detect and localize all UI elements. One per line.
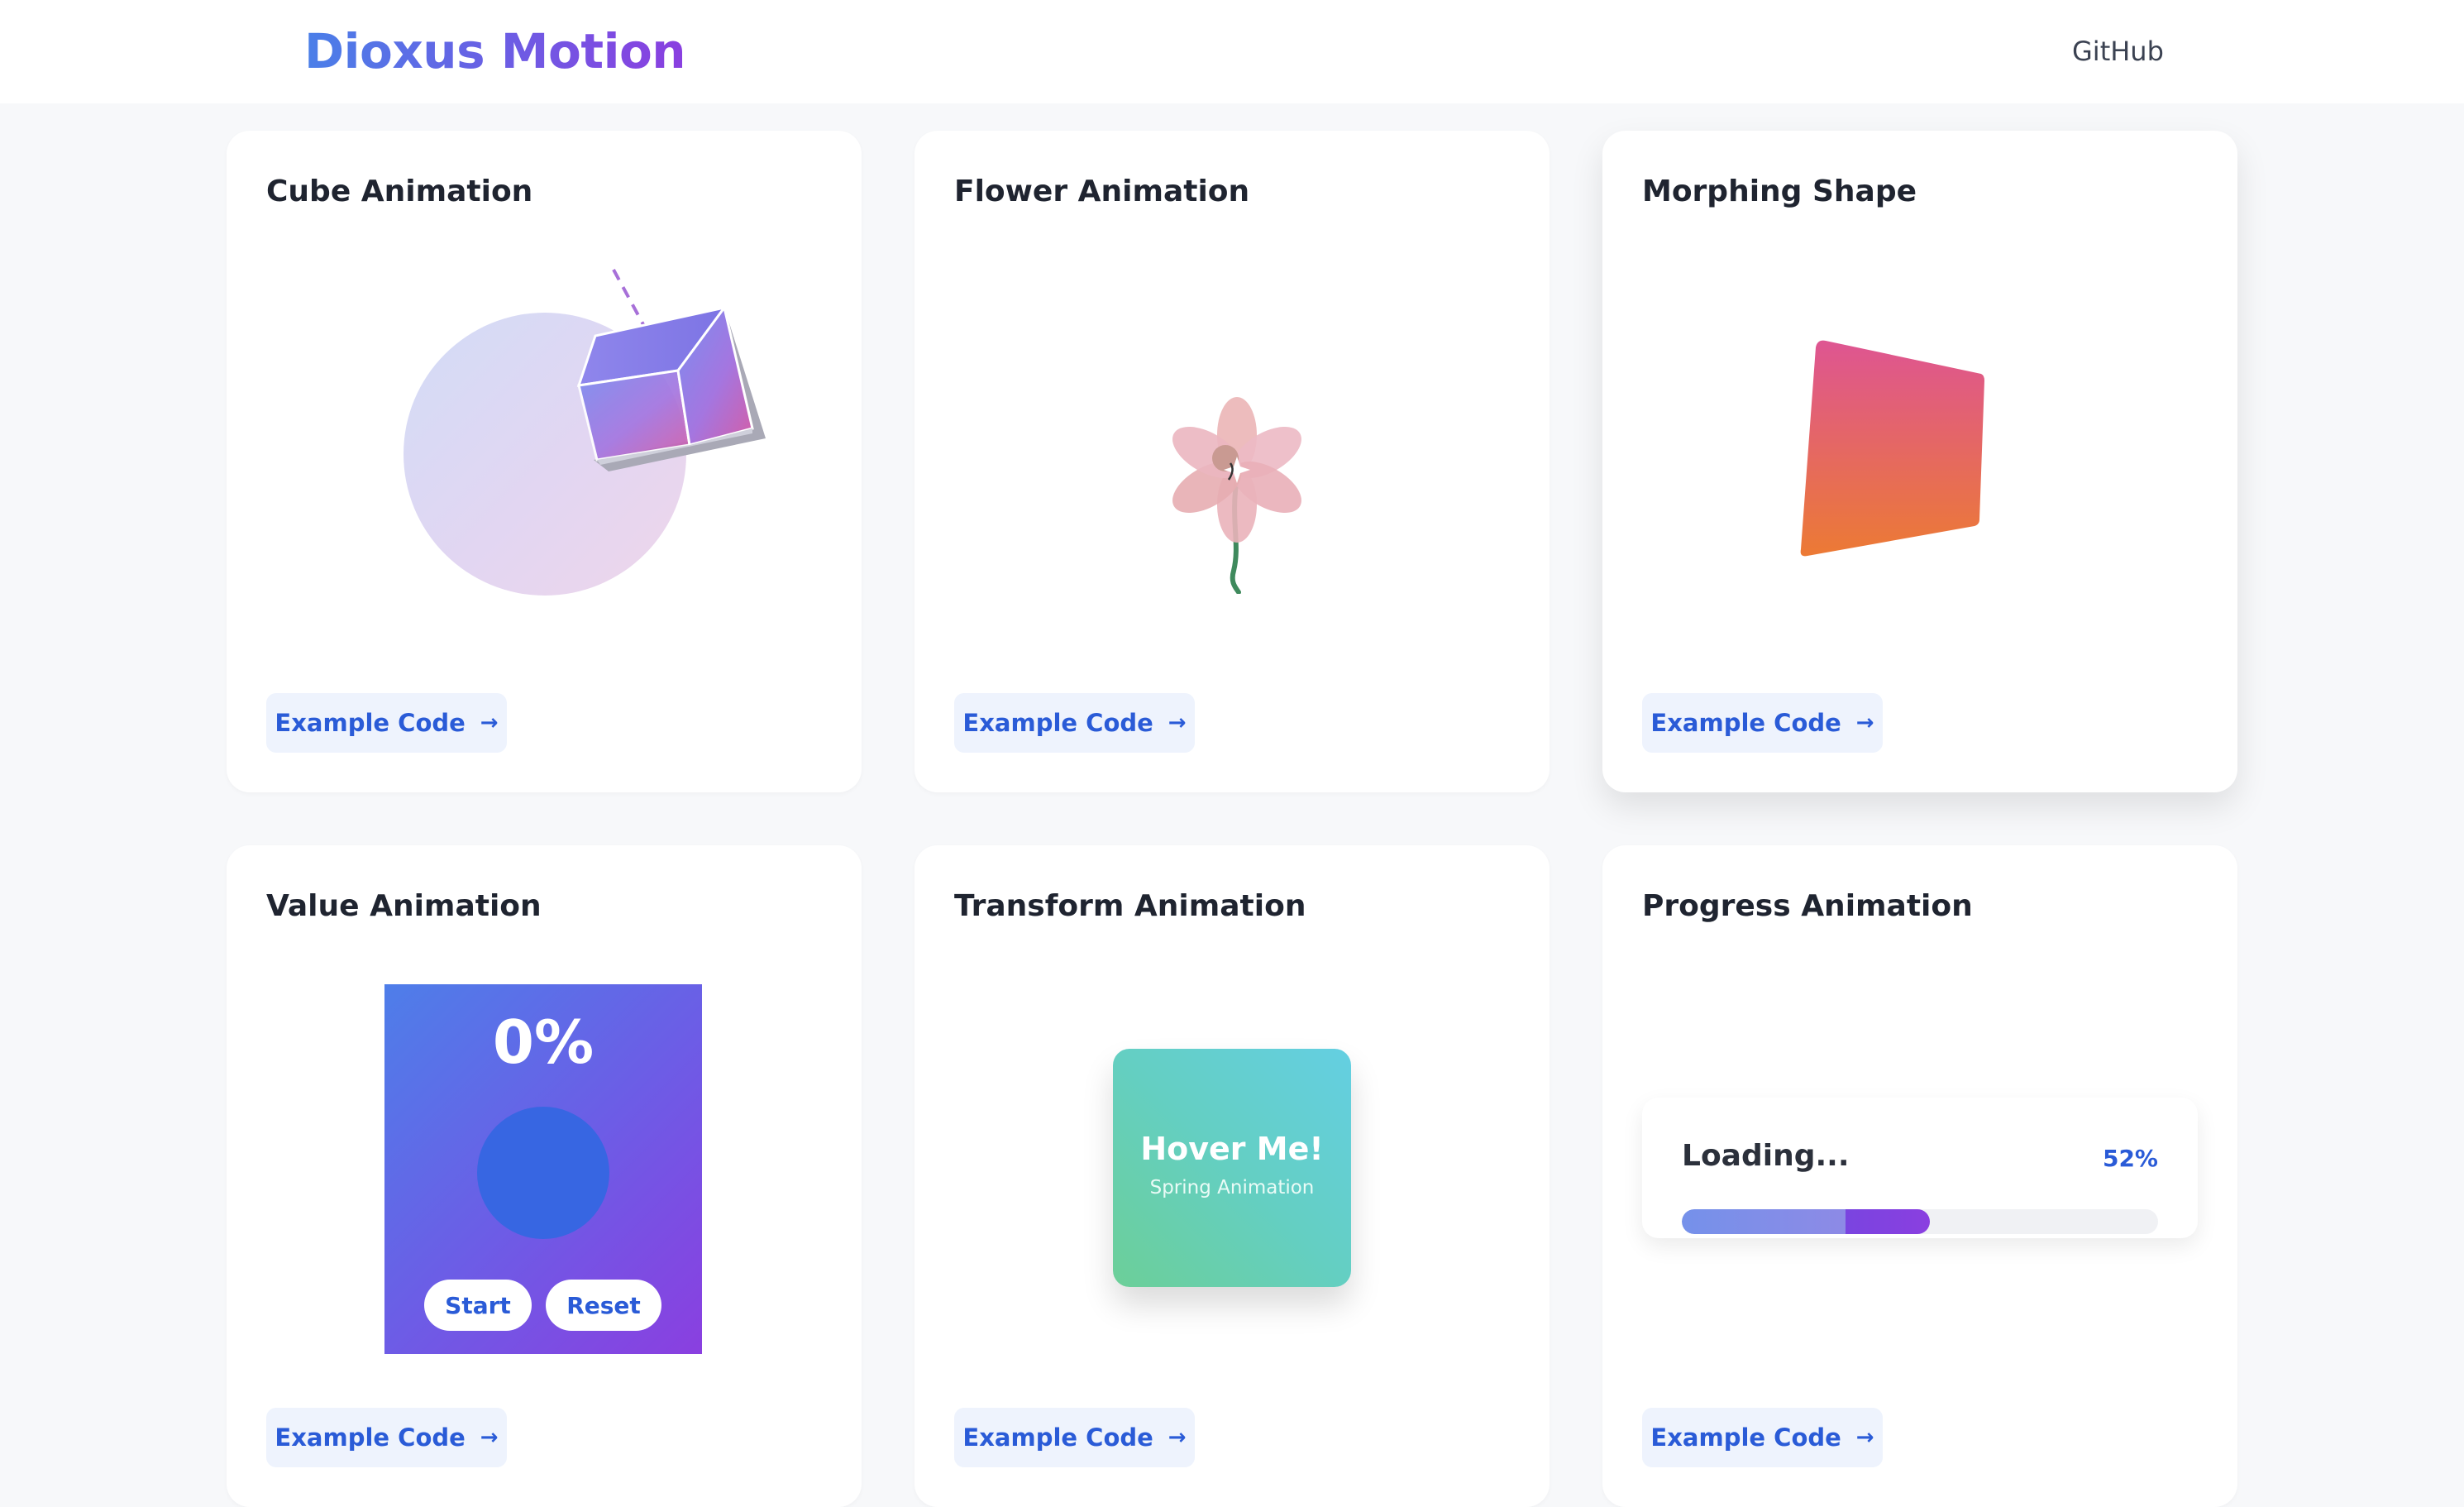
morphing-shape-graphic [1800, 340, 1984, 557]
morphing-shape-card: Morphing Shape Example Code → [1602, 131, 2237, 792]
cube-animation-card: Cube Animation Example Code → [227, 131, 862, 792]
example-code-button[interactable]: Example Code → [954, 1408, 1195, 1467]
cube-guide-line [612, 269, 647, 328]
card-title: Progress Animation [1642, 889, 1973, 923]
arrow-right-icon: → [1855, 710, 1874, 735]
flower-graphic [1172, 397, 1301, 594]
arrow-right-icon: → [1855, 1425, 1874, 1450]
example-code-label: Example Code [962, 709, 1153, 737]
example-code-label: Example Code [275, 709, 466, 737]
start-button[interactable]: Start [424, 1280, 532, 1331]
top-nav: Dioxus Motion GitHub [0, 0, 2464, 103]
card-title: Morphing Shape [1642, 175, 1917, 208]
example-code-button[interactable]: Example Code → [954, 693, 1195, 753]
arrow-right-icon: → [1168, 710, 1187, 735]
example-code-button[interactable]: Example Code → [1642, 693, 1883, 753]
example-code-label: Example Code [1650, 709, 1841, 737]
github-link[interactable]: GitHub [2072, 33, 2164, 69]
flower-animation-card: Flower Animation Example Code → [914, 131, 1550, 792]
arrow-right-icon: → [480, 1425, 499, 1450]
arrow-right-icon: → [480, 710, 499, 735]
example-code-label: Example Code [1650, 1423, 1841, 1452]
progress-label: Loading... [1682, 1139, 1850, 1173]
example-code-label: Example Code [962, 1423, 1153, 1452]
hover-card-title: Hover Me! [1140, 1131, 1324, 1167]
progress-percent: 52% [2102, 1145, 2158, 1172]
card-title: Value Animation [266, 889, 542, 923]
progress-panel: Loading... 52% [1642, 1098, 2198, 1238]
brand-logo[interactable]: Dioxus Motion [304, 22, 686, 81]
value-indicator-circle [477, 1107, 609, 1239]
hover-card-subtitle: Spring Animation [1149, 1177, 1315, 1198]
progress-animation-card: Progress Animation Loading... 52% Exampl… [1602, 845, 2237, 1507]
transform-animation-card: Transform Animation Hover Me! Spring Ani… [914, 845, 1550, 1507]
cube-left-face [577, 369, 691, 462]
reset-button[interactable]: Reset [546, 1280, 661, 1331]
card-title: Transform Animation [954, 889, 1306, 923]
value-animation-card: Value Animation 0% Start Reset Example C… [227, 845, 862, 1507]
card-title: Flower Animation [954, 175, 1250, 208]
progress-track [1682, 1209, 2158, 1234]
example-code-button[interactable]: Example Code → [266, 1408, 507, 1467]
example-code-label: Example Code [275, 1423, 466, 1452]
arrow-right-icon: → [1168, 1425, 1187, 1450]
value-animation-panel: 0% Start Reset [384, 984, 702, 1354]
morphing-shape [1800, 340, 1984, 557]
example-code-button[interactable]: Example Code → [266, 693, 507, 753]
example-code-button[interactable]: Example Code → [1642, 1408, 1883, 1467]
progress-fill [1682, 1209, 1930, 1234]
hover-me-card[interactable]: Hover Me! Spring Animation [1113, 1049, 1351, 1287]
value-percent: 0% [492, 1007, 595, 1077]
